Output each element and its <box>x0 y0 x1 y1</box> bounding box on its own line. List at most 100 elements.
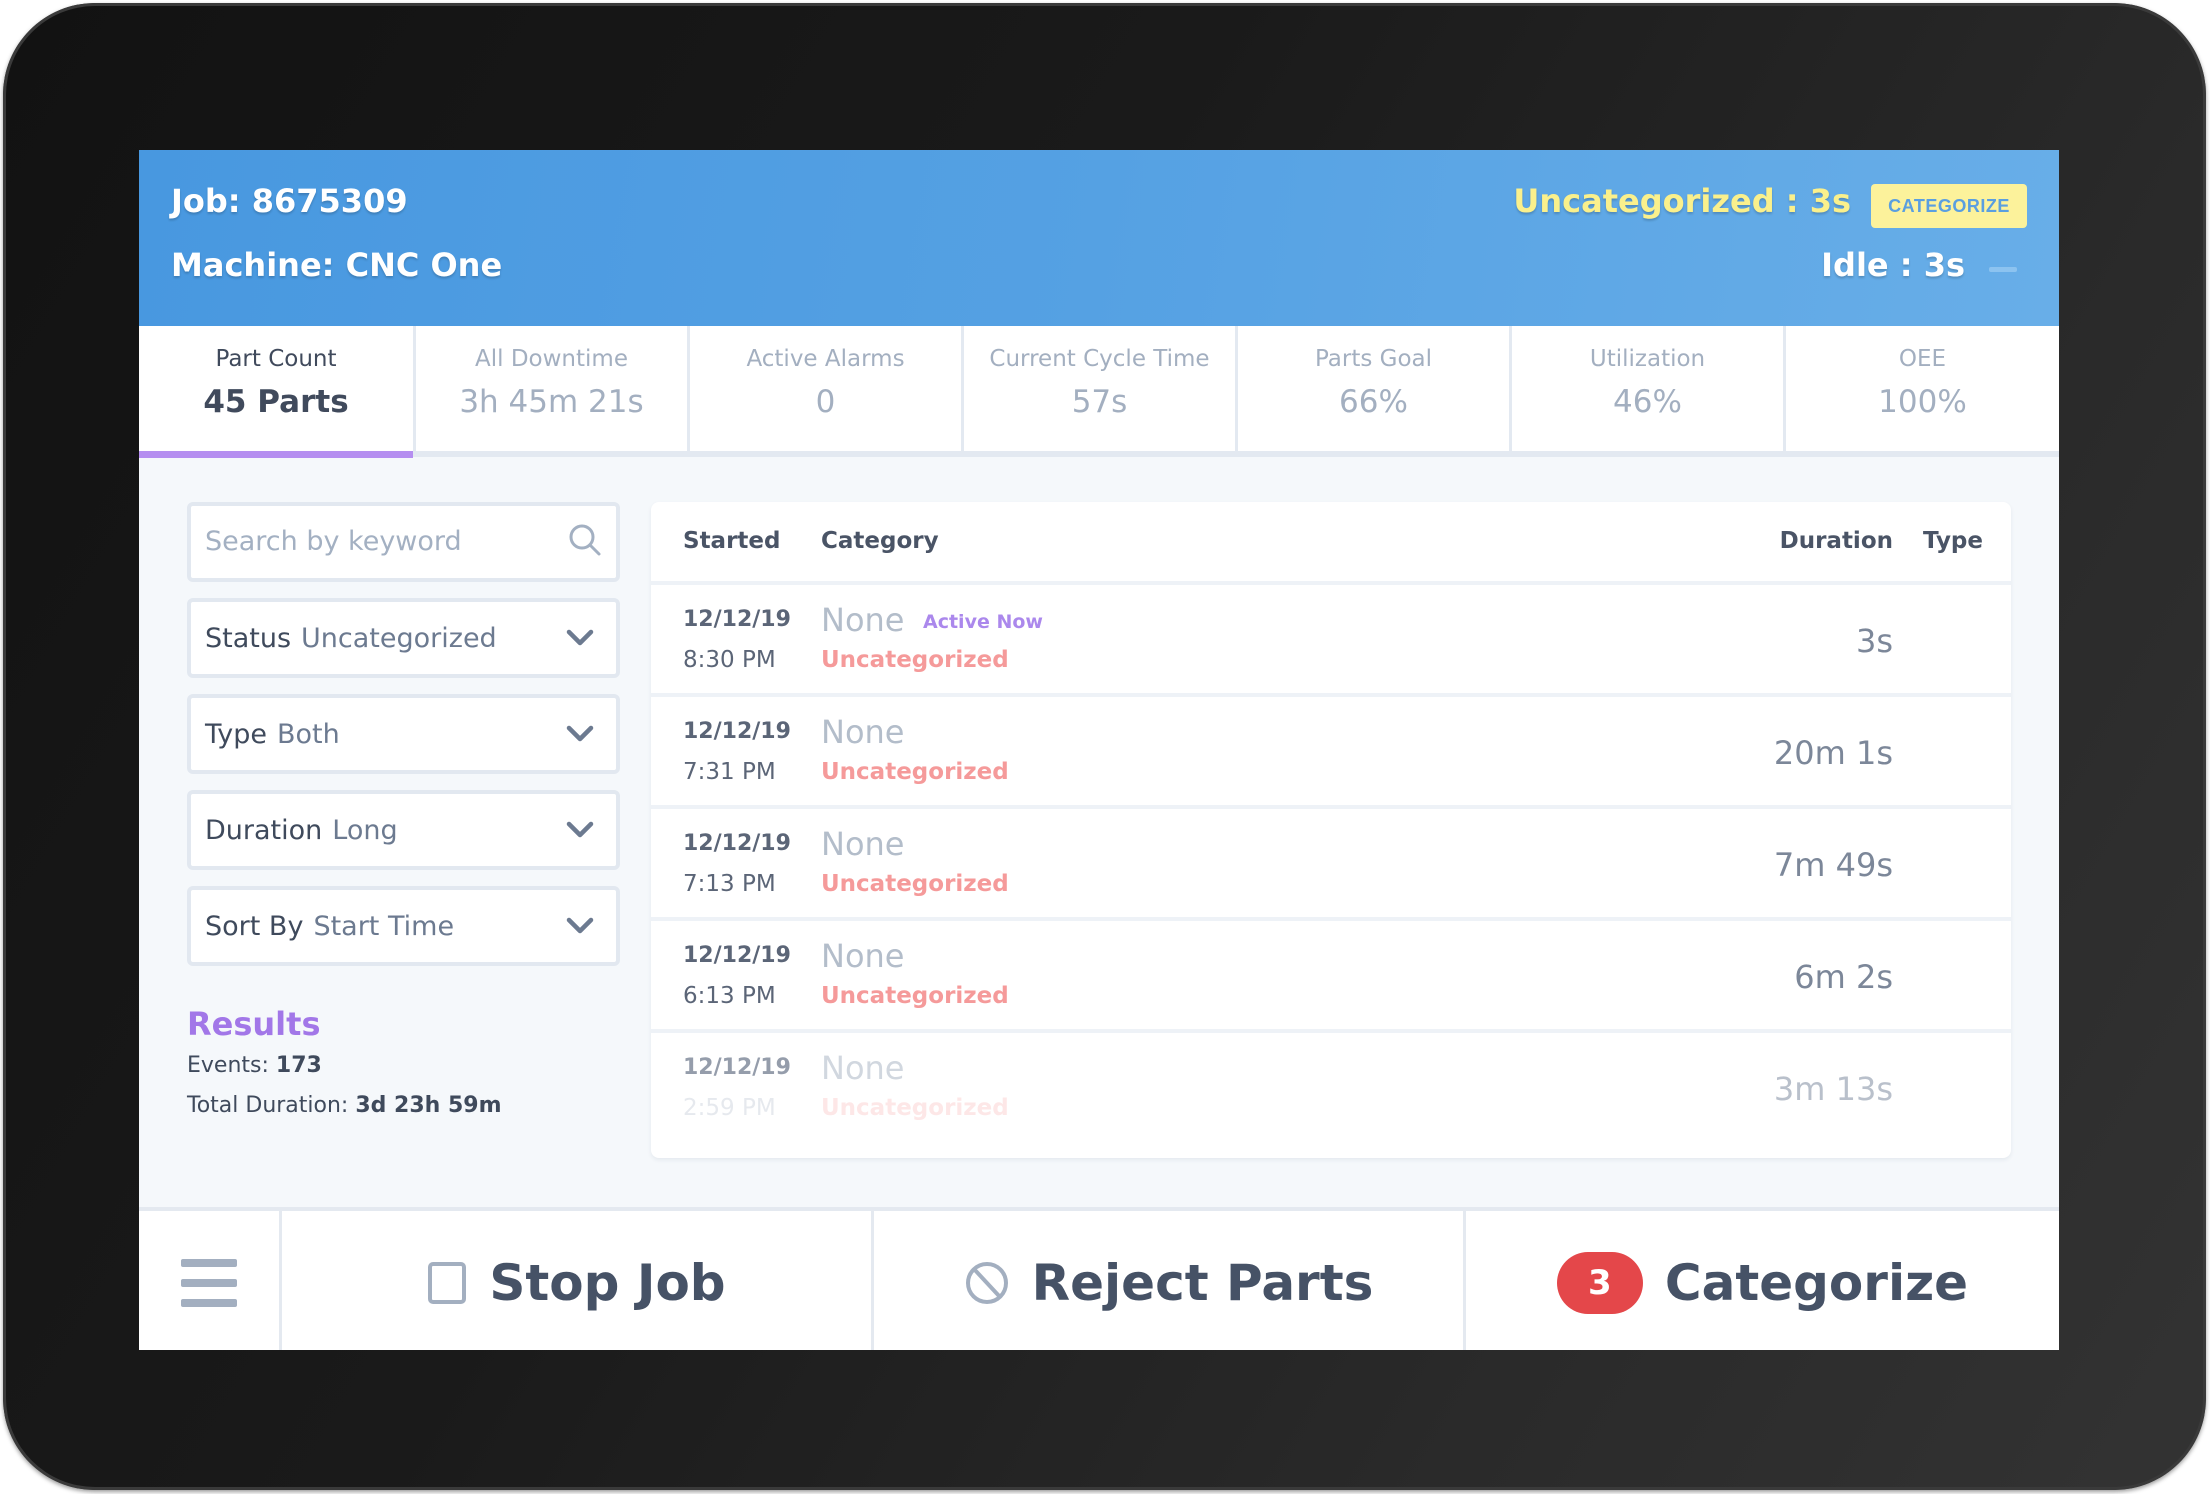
categorize-button[interactable]: 3 Categorize <box>1466 1211 2059 1350</box>
tab-utilization[interactable]: Utilization 46% <box>1512 326 1783 451</box>
table-row[interactable]: 12/12/19 2:59 PM None Uncategorized 3m 1… <box>651 1033 2011 1141</box>
sort-by-select[interactable]: Sort By Start Time <box>187 886 620 966</box>
menu-button[interactable] <box>139 1211 282 1350</box>
stat-label: Current Cycle Time <box>989 346 1210 372</box>
chevron-down-icon <box>566 725 594 742</box>
header-categorize-button[interactable]: CATEGORIZE <box>1871 184 2027 228</box>
reject-parts-button[interactable]: Reject Parts <box>874 1211 1466 1350</box>
chevron-down-icon <box>566 821 594 838</box>
total-duration: Total Duration: 3d 23h 59m <box>187 1093 502 1118</box>
row-time: 2:59 PM <box>683 1095 776 1121</box>
tab-current-cycle-time[interactable]: Current Cycle Time 57s <box>964 326 1235 451</box>
reject-prohibited-icon <box>965 1261 1008 1304</box>
table-row[interactable]: 12/12/19 7:13 PM None Uncategorized 7m 4… <box>651 809 2011 921</box>
uncategorized-timer: Uncategorized : 3s <box>1513 182 1851 220</box>
stat-label: OEE <box>1898 346 1947 372</box>
row-time: 7:13 PM <box>683 871 776 897</box>
stat-label: All Downtime <box>475 346 628 372</box>
stat-value: 0 <box>815 384 836 420</box>
categorize-count-badge: 3 <box>1556 1251 1643 1314</box>
column-duration[interactable]: Duration <box>1780 528 1893 554</box>
stat-value: 45 Parts <box>203 384 349 420</box>
row-status: Uncategorized <box>821 871 1009 897</box>
collapse-dash-icon[interactable] <box>1989 267 2017 272</box>
row-time: 8:30 PM <box>683 647 776 673</box>
active-tab-indicator <box>139 451 413 458</box>
stop-job-label: Stop Job <box>489 1253 726 1312</box>
table-row[interactable]: 12/12/19 7:31 PM None Uncategorized 20m … <box>651 697 2011 809</box>
tab-all-downtime[interactable]: All Downtime 3h 45m 21s <box>416 326 687 451</box>
tab-active-alarms[interactable]: Active Alarms 0 <box>690 326 961 451</box>
chevron-down-icon <box>566 917 594 934</box>
row-time: 7:31 PM <box>683 759 776 785</box>
stat-value: 3h 45m 21s <box>459 384 644 420</box>
reject-parts-label: Reject Parts <box>1031 1253 1374 1312</box>
row-date: 12/12/19 <box>683 943 791 968</box>
chevron-down-icon <box>566 629 594 646</box>
events-table: Started Category Duration Type 12/12/19 … <box>651 502 2011 1158</box>
stat-value: 100% <box>1878 384 1967 420</box>
row-time: 6:13 PM <box>683 983 776 1009</box>
hamburger-menu-icon <box>181 1258 237 1307</box>
row-status: Uncategorized <box>821 647 1009 673</box>
type-select[interactable]: Type Both <box>187 694 620 774</box>
tab-oee[interactable]: OEE 100% <box>1786 326 2059 451</box>
stat-value: 46% <box>1613 384 1682 420</box>
row-status: Uncategorized <box>821 983 1009 1009</box>
table-row[interactable]: 12/12/19 8:30 PM None Active Now Uncateg… <box>651 585 2011 697</box>
sort-label: Sort By <box>205 911 304 942</box>
categorize-label: Categorize <box>1664 1253 1969 1312</box>
idle-timer: Idle : 3s <box>1821 246 1965 284</box>
stat-label: Utilization <box>1589 346 1706 372</box>
column-started[interactable]: Started <box>683 528 780 554</box>
events-label: Events: <box>187 1053 269 1078</box>
status-value: Uncategorized <box>301 623 497 654</box>
row-date: 12/12/19 <box>683 831 791 856</box>
stat-value: 66% <box>1339 384 1408 420</box>
type-label: Type <box>205 719 268 750</box>
tab-part-count[interactable]: Part Count 45 Parts <box>139 326 413 451</box>
row-status: Uncategorized <box>821 759 1009 785</box>
stats-tabs: Part Count 45 Parts All Downtime 3h 45m … <box>139 326 2059 458</box>
column-type[interactable]: Type <box>1923 528 1983 554</box>
stat-label: Active Alarms <box>746 346 905 372</box>
machine-name: Machine: CNC One <box>171 246 503 284</box>
total-duration-value: 3d 23h 59m <box>355 1093 502 1118</box>
active-now-badge: Active Now <box>923 611 1043 633</box>
stop-job-button[interactable]: Stop Job <box>282 1211 874 1350</box>
table-row[interactable]: 12/12/19 6:13 PM None Uncategorized 6m 2… <box>651 921 2011 1033</box>
row-date: 12/12/19 <box>683 1055 791 1080</box>
tab-parts-goal[interactable]: Parts Goal 66% <box>1238 326 1509 451</box>
column-category[interactable]: Category <box>821 528 939 554</box>
row-date: 12/12/19 <box>683 719 791 744</box>
row-duration: 20m 1s <box>1773 734 1893 772</box>
search-placeholder: Search by keyword <box>205 526 462 557</box>
row-category: None <box>821 713 905 751</box>
sort-value: Start Time <box>313 911 455 942</box>
row-duration: 3s <box>1855 622 1893 660</box>
row-duration: 6m 2s <box>1794 958 1893 996</box>
row-duration: 3m 13s <box>1773 1070 1893 1108</box>
total-duration-label: Total Duration: <box>187 1093 349 1118</box>
row-duration: 7m 49s <box>1773 846 1893 884</box>
row-status: Uncategorized <box>821 1095 1009 1121</box>
job-number: Job: 8675309 <box>171 182 408 220</box>
app-screen: Job: 8675309 Machine: CNC One Uncategori… <box>139 150 2059 1350</box>
row-category: None <box>821 601 905 639</box>
duration-value: Long <box>332 815 398 846</box>
table-header: Started Category Duration Type <box>651 502 2011 585</box>
search-icon[interactable] <box>568 523 602 557</box>
row-category: None <box>821 937 905 975</box>
stat-label: Parts Goal <box>1314 346 1433 372</box>
row-category: None <box>821 825 905 863</box>
status-select[interactable]: Status Uncategorized <box>187 598 620 678</box>
stat-value: 57s <box>1071 384 1128 420</box>
row-date: 12/12/19 <box>683 607 791 632</box>
duration-select[interactable]: Duration Long <box>187 790 620 870</box>
row-category: None <box>821 1049 905 1087</box>
status-label: Status <box>205 623 292 654</box>
job-header: Job: 8675309 Machine: CNC One Uncategori… <box>139 150 2059 326</box>
type-value: Both <box>277 719 340 750</box>
duration-label: Duration <box>205 815 323 846</box>
search-input[interactable]: Search by keyword <box>187 502 620 582</box>
